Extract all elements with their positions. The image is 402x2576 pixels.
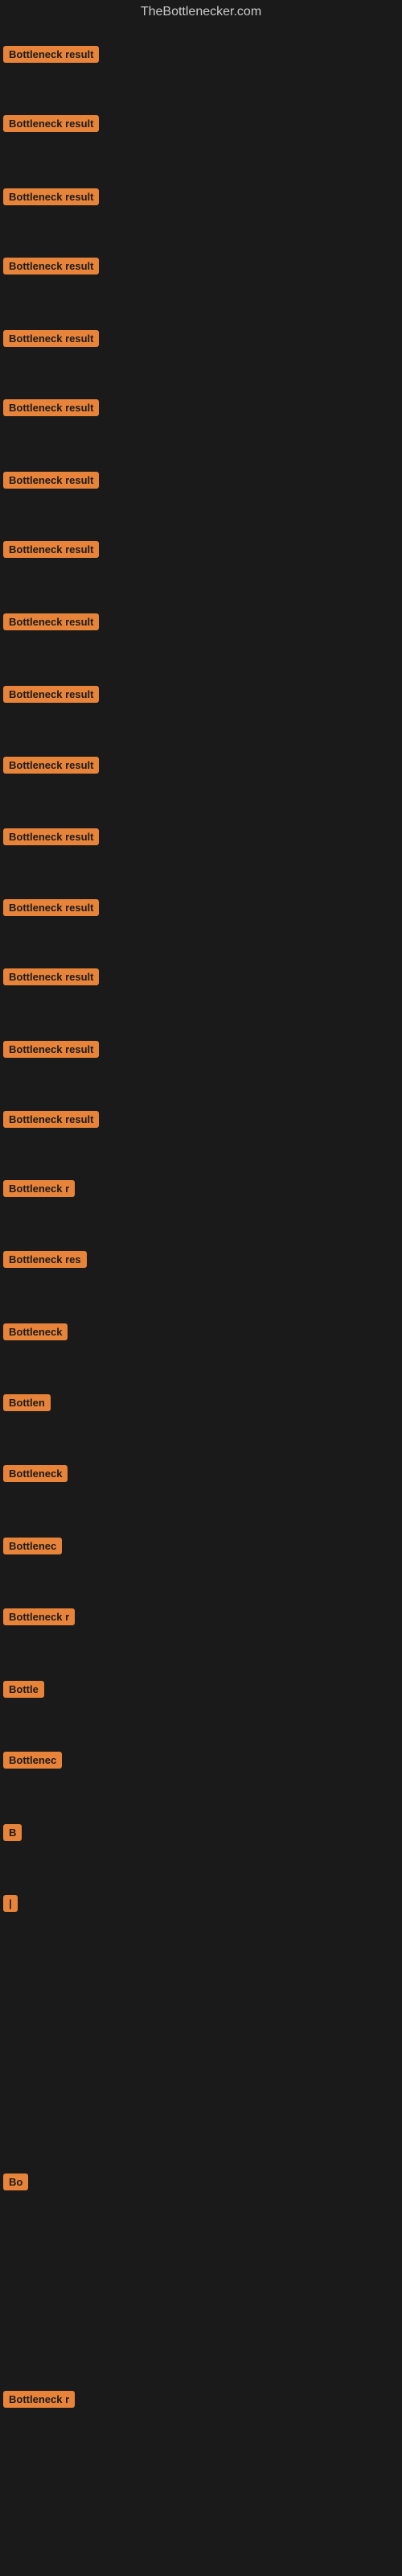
bottleneck-item: Bottleneck result [3, 968, 99, 989]
bottleneck-item: Bottleneck r [3, 1608, 75, 1629]
bottleneck-badge[interactable]: Bottleneck r [3, 1608, 75, 1625]
bottleneck-badge[interactable]: Bo [3, 2174, 28, 2190]
bottleneck-item: Bottleneck result [3, 757, 99, 778]
bottleneck-badge[interactable]: Bottleneck result [3, 46, 99, 63]
bottleneck-item: Bottleneck result [3, 399, 99, 420]
bottleneck-badge[interactable]: Bottleneck r [3, 1180, 75, 1197]
bottleneck-badge[interactable]: Bottleneck result [3, 258, 99, 275]
bottleneck-badge[interactable]: | [3, 1895, 18, 1912]
bottleneck-badge[interactable]: Bottleneck [3, 1465, 68, 1482]
bottleneck-item: | [3, 1895, 18, 1916]
bottleneck-item: Bottleneck result [3, 541, 99, 562]
bottleneck-badge[interactable]: B [3, 1824, 22, 1841]
bottleneck-item: Bottleneck result [3, 613, 99, 634]
bottleneck-item: B [3, 1824, 22, 1845]
bottleneck-item: Bottleneck r [3, 2391, 75, 2412]
bottleneck-badge[interactable]: Bottleneck result [3, 399, 99, 416]
bottleneck-item: Bottleneck result [3, 899, 99, 920]
bottleneck-badge[interactable]: Bottlen [3, 1394, 51, 1411]
bottleneck-item: Bottle [3, 1681, 44, 1702]
bottleneck-item: Bottleneck result [3, 188, 99, 209]
bottleneck-badge[interactable]: Bottleneck result [3, 330, 99, 347]
bottleneck-item: Bottleneck res [3, 1251, 87, 1272]
bottleneck-item: Bottleneck [3, 1465, 68, 1486]
bottleneck-item: Bottleneck result [3, 115, 99, 136]
bottleneck-badge[interactable]: Bottleneck result [3, 541, 99, 558]
bottleneck-badge[interactable]: Bottleneck result [3, 613, 99, 630]
bottleneck-badge[interactable]: Bottleneck result [3, 686, 99, 703]
bottleneck-badge[interactable]: Bottleneck result [3, 472, 99, 489]
bottleneck-badge[interactable]: Bottleneck result [3, 757, 99, 774]
bottleneck-badge[interactable]: Bottlenec [3, 1752, 62, 1769]
bottleneck-item: Bottleneck [3, 1323, 68, 1344]
bottleneck-item: Bo [3, 2174, 28, 2194]
bottleneck-badge[interactable]: Bottleneck result [3, 1041, 99, 1058]
bottleneck-item: Bottleneck result [3, 330, 99, 351]
bottleneck-item: Bottleneck result [3, 1111, 99, 1132]
bottleneck-badge[interactable]: Bottlenec [3, 1538, 62, 1554]
bottleneck-item: Bottleneck result [3, 472, 99, 493]
bottleneck-item: Bottleneck result [3, 686, 99, 707]
bottleneck-badge[interactable]: Bottleneck result [3, 968, 99, 985]
bottleneck-item: Bottlen [3, 1394, 51, 1415]
bottleneck-item: Bottlenec [3, 1752, 62, 1773]
page-container: TheBottlenecker.com Bottleneck result Bot… [0, 0, 402, 2576]
bottleneck-item: Bottlenec [3, 1538, 62, 1558]
bottleneck-badge[interactable]: Bottleneck r [3, 2391, 75, 2408]
bottleneck-badge[interactable]: Bottleneck result [3, 1111, 99, 1128]
bottleneck-item: Bottleneck result [3, 46, 99, 67]
bottleneck-badge[interactable]: Bottleneck result [3, 899, 99, 916]
bottleneck-item: Bottleneck r [3, 1180, 75, 1201]
bottleneck-badge[interactable]: Bottleneck res [3, 1251, 87, 1268]
bottleneck-item: Bottleneck result [3, 258, 99, 279]
bottleneck-badge[interactable]: Bottle [3, 1681, 44, 1698]
bottleneck-badge[interactable]: Bottleneck result [3, 115, 99, 132]
bottleneck-badge[interactable]: Bottleneck [3, 1323, 68, 1340]
bottleneck-badge[interactable]: Bottleneck result [3, 188, 99, 205]
bottleneck-badge[interactable]: Bottleneck result [3, 828, 99, 845]
bottleneck-item: Bottleneck result [3, 1041, 99, 1062]
site-title: TheBottlenecker.com [0, 0, 402, 23]
bottleneck-item: Bottleneck result [3, 828, 99, 849]
